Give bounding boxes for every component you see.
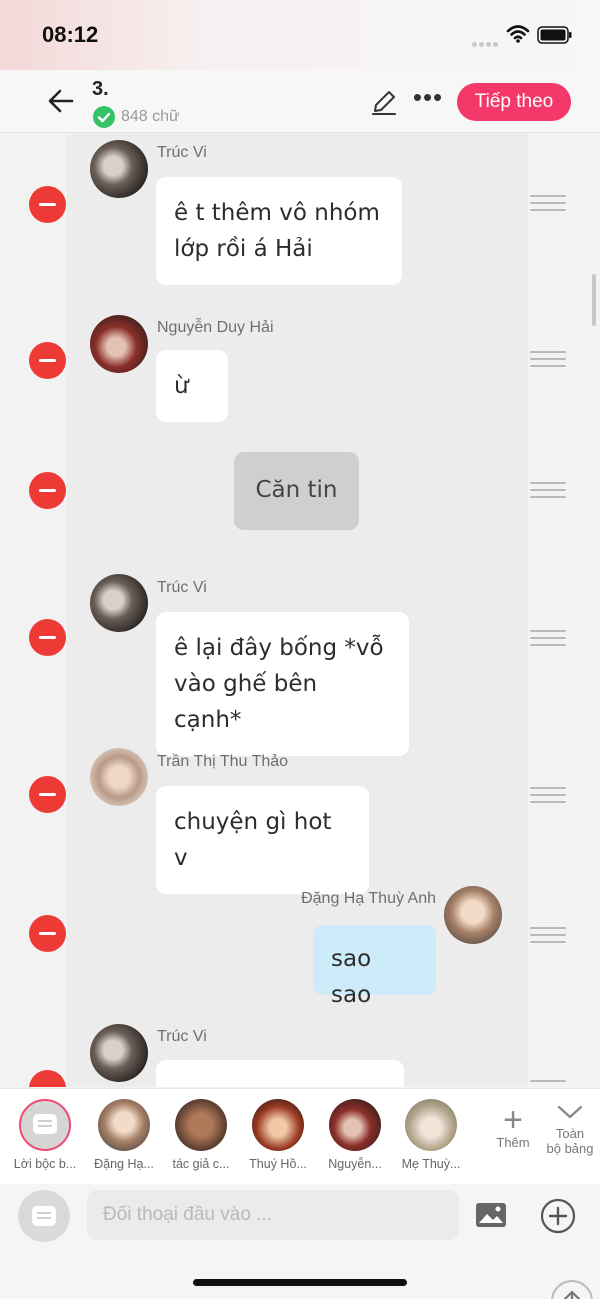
character-item[interactable]: Nguyễn...: [316, 1099, 394, 1171]
author-name: Trần Thị Thu Thảo: [157, 753, 289, 770]
character-narrator[interactable]: Lời bộc b...: [6, 1099, 84, 1171]
chevron-down-icon: [557, 1105, 583, 1119]
avatar: [175, 1099, 227, 1151]
back-arrow-icon[interactable]: [44, 84, 78, 118]
character-item[interactable]: Thuý Hồ...: [239, 1099, 317, 1171]
message-bubble[interactable]: sao sao: [313, 925, 436, 1008]
drag-handle-icon[interactable]: [530, 351, 566, 371]
character-item[interactable]: Đặng Hạ...: [85, 1099, 163, 1171]
chat-editor[interactable]: Trúc Vi ê t thêm vô nhóm lớp rồi á Hải N…: [0, 134, 600, 1087]
author-name: Trúc Vi: [157, 1028, 207, 1045]
message-bubble[interactable]: ừ: [156, 350, 228, 422]
author-name: Đặng Hạ Thuỳ Anh: [301, 890, 436, 907]
character-label: Đặng Hạ...: [94, 1157, 154, 1171]
chapter-title: 3.: [92, 78, 109, 100]
delete-message-button[interactable]: [29, 776, 66, 813]
delete-message-button[interactable]: [29, 915, 66, 952]
message-line: ê lại đây bống *vỗ: [174, 635, 384, 661]
clock: 08:12: [42, 22, 99, 47]
drag-handle-icon[interactable]: [530, 195, 566, 215]
next-button[interactable]: Tiếp theo: [457, 83, 571, 121]
signal-icon: [472, 34, 500, 47]
character-bar: Lời bộc b... Đặng Hạ... tác giả c... Thu…: [0, 1088, 600, 1184]
narration-bubble[interactable]: Căn tin: [234, 452, 359, 530]
check-icon: [93, 106, 115, 128]
character-label: Thuý Hồ...: [249, 1157, 307, 1171]
battery-icon: [537, 26, 572, 44]
arrow-up-icon: [563, 1290, 581, 1299]
delete-message-button[interactable]: [29, 472, 66, 509]
avatar: [405, 1099, 457, 1151]
avatar: [252, 1099, 304, 1151]
character-label: tác giả c...: [172, 1157, 230, 1171]
avatar: [19, 1099, 71, 1151]
avatar[interactable]: [90, 315, 148, 373]
avatar[interactable]: [90, 574, 148, 632]
character-item[interactable]: Mẹ Thuỳ...: [392, 1099, 470, 1171]
pencil-icon[interactable]: [370, 88, 398, 116]
word-count-label: 848 chữ: [121, 108, 180, 125]
delete-message-button[interactable]: [29, 186, 66, 223]
message-line: vào ghế bên cạnh*: [174, 671, 318, 733]
delete-message-button[interactable]: [29, 1070, 66, 1087]
image-icon[interactable]: [474, 1200, 508, 1230]
author-name: Nguyễn Duy Hải: [157, 319, 274, 336]
wifi-icon: [506, 25, 530, 43]
add-character-button[interactable]: + Thêm: [490, 1101, 536, 1150]
character-item[interactable]: tác giả c...: [162, 1099, 240, 1171]
drag-handle-icon[interactable]: [530, 482, 566, 502]
avatar[interactable]: [90, 748, 148, 806]
character-label: Lời bộc b...: [13, 1157, 77, 1171]
author-name: Trúc Vi: [157, 579, 207, 596]
drag-handle-icon[interactable]: [530, 1080, 566, 1087]
message-line: chuyện gì hot v: [174, 809, 332, 871]
narration-toggle-button[interactable]: [18, 1190, 70, 1242]
input-bar: Đối thoại đầu vào ...: [0, 1184, 600, 1299]
all-board-button[interactable]: Toàn bộ bảng: [540, 1103, 600, 1156]
add-character-label: Thêm: [496, 1135, 530, 1150]
message-line: lớp rồi á Hải: [174, 236, 313, 262]
more-options-button[interactable]: •••: [412, 84, 444, 116]
avatar[interactable]: [444, 886, 502, 944]
drag-handle-icon[interactable]: [530, 927, 566, 947]
message-bubble[interactable]: chuyện gì hot v: [156, 786, 369, 894]
message-line: sao sao: [331, 946, 372, 1008]
dialog-input[interactable]: Đối thoại đầu vào ...: [87, 1190, 459, 1240]
narration-icon: [33, 1114, 57, 1134]
all-board-label-2: bộ bảng: [546, 1141, 594, 1156]
word-count: 848 chữ: [93, 106, 180, 128]
message-line: Căn tin: [255, 477, 338, 503]
scroll-up-button[interactable]: [551, 1280, 593, 1299]
author-name: Trúc Vi: [157, 144, 207, 161]
character-label: Nguyễn...: [328, 1157, 382, 1171]
all-board-label-1: Toàn: [555, 1126, 585, 1141]
home-indicator: [193, 1279, 407, 1286]
add-circle-icon[interactable]: [540, 1198, 576, 1234]
avatar[interactable]: [90, 1024, 148, 1082]
avatar[interactable]: [90, 140, 148, 198]
avatar: [98, 1099, 150, 1151]
scrollbar[interactable]: [592, 274, 596, 326]
message-line: ê t thêm vô nhóm: [174, 200, 380, 226]
message-bubble[interactable]: ê lại đây bống *vỗ vào ghế bên cạnh*: [156, 612, 409, 756]
delete-message-button[interactable]: [29, 342, 66, 379]
character-label: Mẹ Thuỳ...: [401, 1157, 461, 1171]
drag-handle-icon[interactable]: [530, 630, 566, 650]
status-bar: 08:12: [0, 0, 600, 70]
message-bubble[interactable]: [156, 1060, 404, 1087]
narration-icon: [32, 1206, 56, 1226]
drag-handle-icon[interactable]: [530, 787, 566, 807]
message-bubble[interactable]: ê t thêm vô nhóm lớp rồi á Hải: [156, 177, 402, 285]
editor-header: 3. 848 chữ ••• Tiếp theo: [0, 70, 600, 133]
delete-message-button[interactable]: [29, 619, 66, 656]
plus-icon: +: [503, 1101, 523, 1139]
avatar: [329, 1099, 381, 1151]
message-line: ừ: [174, 373, 189, 399]
